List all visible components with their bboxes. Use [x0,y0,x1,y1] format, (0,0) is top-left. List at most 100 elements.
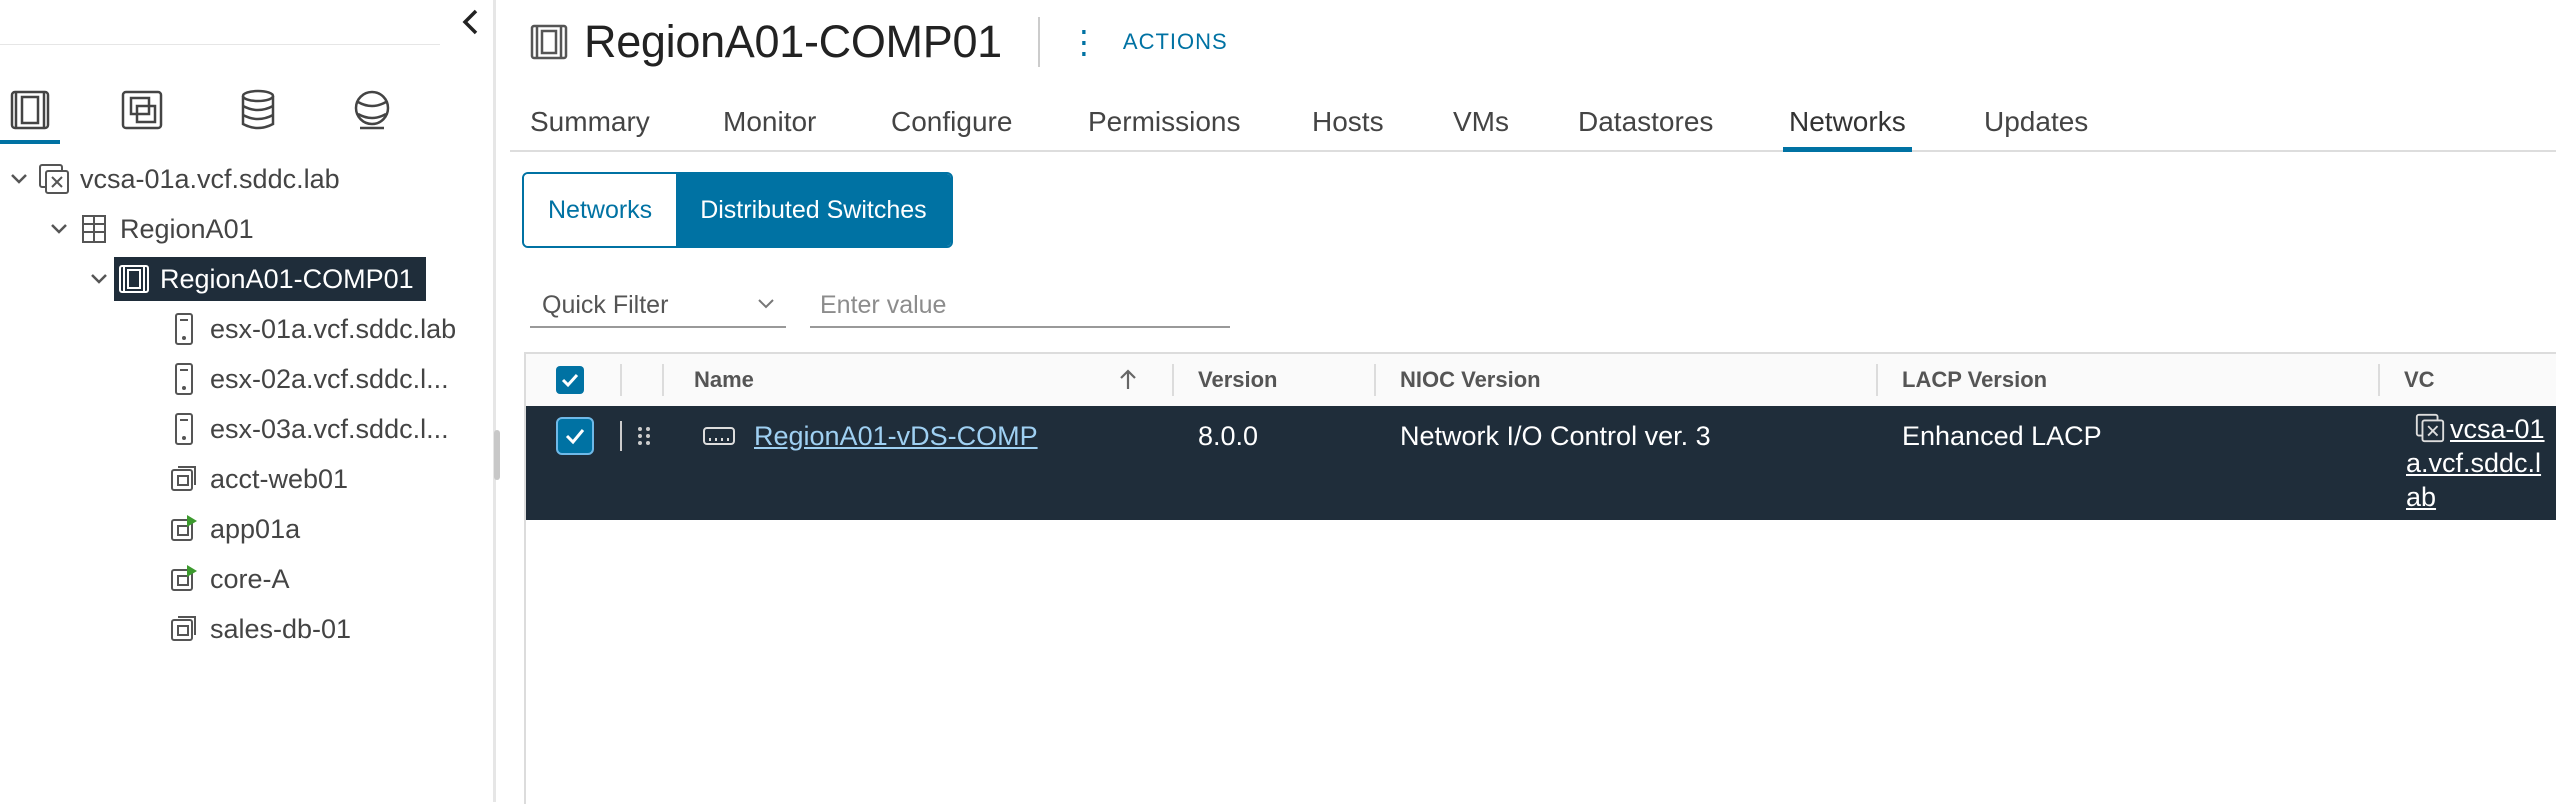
tree-item-vm[interactable]: sales-db-01 [164,607,351,651]
vm-template-icon [121,90,163,130]
tree-item-label: core-A [210,563,290,594]
inventory-navigator: vcsa-01a.vcf.sddc.lab RegionA01 RegionA0… [0,0,496,802]
object-tabs: Summary Monitor Configure Permissions Ho… [510,94,2556,152]
header-divider [1037,17,1040,67]
cluster-icon [526,19,572,65]
column-divider [1876,364,1878,396]
tree-item-label: vcsa-01a.vcf.sddc.lab [80,163,340,194]
chevron-down-icon [756,290,776,316]
column-divider [2378,364,2380,396]
navigator-tabs [0,74,440,148]
select-all-checkbox[interactable] [556,354,584,406]
cluster-icon [114,261,154,297]
tab-datastores[interactable]: Datastores [1578,94,1713,150]
tree-item-label: esx-01a.vcf.sddc.lab [210,313,457,344]
tree-item-host[interactable]: esx-01a.vcf.sddc.lab [164,307,456,351]
navigator-scrollbar[interactable] [494,430,500,480]
tree-item-label: esx-02a.vcf.sddc.l... [210,363,449,394]
checkbox-checked-icon [556,417,594,455]
quick-filter-value: Quick Filter [542,290,669,319]
column-header-name[interactable]: Name [694,354,754,406]
vm-off-icon [164,461,204,497]
grid-header: Name Version NIOC Version LACP Version V… [526,354,2556,408]
tab-networking[interactable] [342,82,402,138]
main-content: RegionA01-COMP01 ⋮ ACTIONS Summary Monit… [510,0,2556,804]
tab-summary[interactable]: Summary [530,94,650,150]
host-icon [164,311,204,347]
switch-name-link[interactable]: RegionA01-vDS-COMP [754,421,1038,452]
tree-item-vm[interactable]: acct-web01 [164,457,348,501]
row-select-checkbox[interactable] [556,406,594,466]
tab-networks[interactable]: Networks [1783,94,1912,152]
tree-item-host[interactable]: esx-02a.vcf.sddc.l... [164,357,449,401]
database-icon [241,89,275,130]
drag-handle-icon[interactable] [636,406,652,466]
distributed-switches-subtab-button[interactable]: Distributed Switches [676,174,951,246]
distributed-switches-grid: Name Version NIOC Version LACP Version V… [524,352,2556,804]
host-icon [164,361,204,397]
chevron-down-icon[interactable] [44,223,74,235]
nioc-version-cell: Network I/O Control ver. 3 [1400,420,1711,451]
quick-filter-select[interactable]: Quick Filter [530,284,786,328]
tab-storage[interactable] [228,82,288,138]
vc-cell: vcsa-01a.vcf.sddc.lab [2406,412,2546,514]
tab-permissions[interactable]: Permissions [1088,94,1240,150]
tree-item-label: app01a [210,513,301,544]
vcenter-icon [34,161,74,197]
host-cluster-icon [10,90,50,130]
sort-ascending-icon[interactable] [1118,354,1138,406]
tree-item-datacenter[interactable]: RegionA01 [44,207,254,251]
column-divider [620,364,622,396]
tree-item-label: acct-web01 [210,463,349,494]
switch-name-cell: RegionA01-vDS-COMP [754,406,1038,466]
tab-vms-and-templates[interactable] [112,82,172,138]
table-row[interactable]: RegionA01-vDS-COMP 8.0.0 Network I/O Con… [526,406,2556,520]
chevron-down-icon[interactable] [4,173,34,185]
filter-value-input[interactable] [810,284,1230,328]
vm-on-icon [164,561,204,597]
tree-item-vm[interactable]: app01a [164,507,300,551]
networks-subtab-button[interactable]: Networks [524,174,677,246]
tree-item-label: esx-03a.vcf.sddc.l... [210,413,449,444]
column-header-nioc-version[interactable]: NIOC Version [1400,354,1541,406]
version-cell: 8.0.0 [1198,420,1259,451]
distributed-switch-icon [702,406,736,466]
tree-item-vm[interactable]: core-A [164,557,290,601]
tab-monitor[interactable]: Monitor [723,94,816,150]
checkbox-checked-icon [556,366,584,394]
column-header-version[interactable]: Version [1198,354,1277,406]
vcenter-icon [2415,413,2445,443]
column-divider [1172,364,1174,396]
column-header-vc[interactable]: VC [2404,354,2435,406]
page-title: RegionA01-COMP01 [584,16,1002,67]
tree-item-label: RegionA01 [120,213,254,244]
chevron-left-icon [462,9,477,35]
tab-hosts-and-clusters[interactable] [0,82,60,144]
tab-updates[interactable]: Updates [1984,94,2088,150]
tab-hosts[interactable]: Hosts [1312,94,1384,150]
vertical-ellipsis-icon: ⋮ [1067,24,1101,60]
tree-item-vcenter[interactable]: vcsa-01a.vcf.sddc.lab [4,157,340,201]
tree-item-label: RegionA01-COMP01 [160,263,414,294]
selected-highlight: RegionA01-COMP01 [114,257,426,301]
network-globe-icon [354,90,390,130]
column-divider [1374,364,1376,396]
chevron-down-icon[interactable] [84,273,114,285]
object-header: RegionA01-COMP01 ⋮ ACTIONS [510,12,1228,72]
vm-on-icon [164,511,204,547]
network-view-toggle: Networks Distributed Switches [522,172,953,248]
column-header-lacp-version[interactable]: LACP Version [1902,354,2047,406]
tree-item-cluster-selected[interactable]: RegionA01-COMP01 [84,257,426,301]
collapse-navigator-button[interactable] [448,0,493,44]
datacenter-icon [74,211,114,247]
actions-label: ACTIONS [1122,29,1228,54]
tab-configure[interactable]: Configure [891,94,1012,150]
tree-item-label: sales-db-01 [210,613,352,644]
tab-vms[interactable]: VMs [1453,94,1509,150]
actions-menu-button[interactable]: ⋮ ACTIONS [1068,26,1228,58]
vm-off-icon [164,611,204,647]
row-divider [620,406,622,466]
tree-item-host[interactable]: esx-03a.vcf.sddc.l... [164,407,449,451]
host-icon [164,411,204,447]
navigator-divider [0,44,440,45]
